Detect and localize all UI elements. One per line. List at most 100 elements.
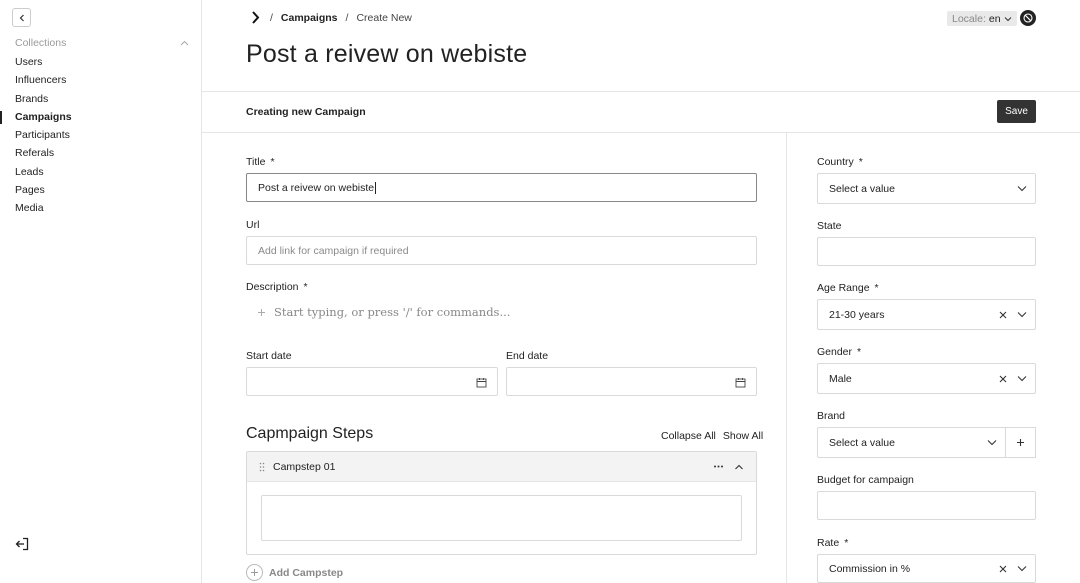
calendar-icon[interactable] [735,377,746,388]
url-field-label: Url [246,219,260,231]
select-controls [987,428,997,457]
sidebar-item-participants[interactable]: Participants [0,128,201,146]
breadcrumb-separator: / [345,11,349,24]
rate-label-text: Rate [817,537,840,549]
budget-input[interactable] [817,491,1036,520]
campaign-steps-heading: Capmpaign Steps [246,425,374,442]
chevron-down-icon[interactable] [1017,375,1027,382]
url-placeholder: Add link for campaign if required [258,244,409,257]
edit-status-label: Creating new Campaign [246,106,366,118]
close-icon[interactable] [999,311,1007,319]
chevron-down-icon[interactable] [1017,311,1027,318]
add-campstep-button[interactable]: Add Campstep [246,564,343,581]
account-button[interactable] [1020,10,1036,26]
collections-nav: Users Influencers Brands Campaigns Parti… [0,55,201,220]
calendar-icon[interactable] [476,377,487,388]
page-title: Post a reivew on webiste [246,40,528,68]
gender-select-value: Male [829,372,852,385]
brand-select[interactable]: Select a value [817,427,1006,458]
sidebar-item-influencers[interactable]: Influencers [0,73,201,91]
age-range-label-text: Age Range [817,282,870,294]
required-mark: * [844,537,849,549]
sidebar-item-media[interactable]: Media [0,201,201,219]
country-select[interactable]: Select a value [817,173,1036,204]
rate-select[interactable]: Commission in % [817,554,1036,583]
required-mark: * [857,346,862,358]
plus-icon [246,564,263,581]
locale-selector[interactable]: Locale: en [947,11,1017,26]
step-title: Campstep 01 [273,461,336,473]
chevron-up-icon[interactable] [734,462,744,472]
more-horizontal-icon[interactable] [713,461,724,472]
country-field-label: Country * [817,156,863,168]
add-brand-button[interactable] [1005,427,1036,458]
breadcrumb-separator: / [270,11,273,24]
collapse-sidebar-button[interactable] [12,8,31,27]
edit-bar: Creating new Campaign Save [202,91,1080,133]
country-select-value: Select a value [829,182,895,195]
sidebar-item-referals[interactable]: Referals [0,146,201,164]
end-date-input[interactable] [506,367,757,396]
required-mark: * [858,156,863,168]
required-mark: * [874,282,879,294]
text-caret [375,181,377,194]
age-range-select-value: 21-30 years [829,308,885,321]
gender-field-label: Gender * [817,346,861,358]
brand-field-label: Brand [817,410,846,422]
title-input[interactable]: Post a reivew on webiste [246,173,757,202]
sidebar-item-brands[interactable]: Brands [0,92,201,110]
description-field-label: Description * [246,281,308,293]
collections-label: Collections [15,37,67,49]
sidebar: Collections Users Influencers Brands Cam… [0,0,202,583]
breadcrumb: / Campaigns / Create New [250,11,412,24]
chevron-down-icon[interactable] [987,439,997,446]
description-editor[interactable]: Start typing, or press '/' for commands.… [257,305,510,319]
collapse-all-button[interactable]: Collapse All [661,430,716,442]
close-icon[interactable] [999,565,1007,573]
steps-controls: Collapse All Show All [661,430,763,442]
breadcrumb-current: Create New [356,11,412,24]
title-field-label: Title * [246,156,275,168]
add-campstep-label: Add Campstep [269,566,344,579]
logo-icon[interactable] [250,11,262,24]
sidebar-item-leads[interactable]: Leads [0,165,201,183]
gender-label-text: Gender [817,346,853,358]
chevron-left-icon [19,14,24,21]
brand-select-value: Select a value [829,436,895,449]
age-range-select[interactable]: 21-30 years [817,299,1036,330]
show-all-button[interactable]: Show All [723,430,763,442]
select-controls [999,364,1027,393]
state-field-label: State [817,220,842,232]
step-textarea[interactable] [261,495,742,541]
required-mark: * [270,156,275,168]
close-icon[interactable] [999,375,1007,383]
start-date-input[interactable] [246,367,498,396]
collections-header[interactable]: Collections [15,37,189,49]
step-header[interactable]: Campstep 01 [247,452,756,482]
chevron-down-icon [1004,16,1011,21]
title-label-text: Title [246,156,266,168]
logout-icon[interactable] [15,537,29,551]
locale-label: Locale: [952,12,986,25]
description-label-text: Description [246,281,299,293]
sidebar-item-campaigns[interactable]: Campaigns [0,110,201,128]
breadcrumb-campaigns-link[interactable]: Campaigns [281,12,338,24]
country-label-text: Country [817,156,854,168]
sidebar-item-users[interactable]: Users [0,55,201,73]
age-range-field-label: Age Range * [817,282,879,294]
url-input[interactable]: Add link for campaign if required [246,236,757,265]
select-controls [1017,174,1027,203]
save-button[interactable]: Save [997,100,1036,123]
chevron-down-icon[interactable] [1017,185,1027,192]
chevron-up-icon [180,40,189,46]
description-placeholder: Start typing, or press '/' for commands.… [274,305,511,319]
chevron-down-icon[interactable] [1017,565,1027,572]
state-input[interactable] [817,237,1036,266]
drag-handle-icon[interactable] [259,462,265,472]
gender-select[interactable]: Male [817,363,1036,394]
rate-field-label: Rate * [817,537,848,549]
rate-select-value: Commission in % [829,562,911,575]
plus-icon[interactable] [257,308,266,317]
sidebar-item-pages[interactable]: Pages [0,183,201,201]
select-controls [999,300,1027,329]
